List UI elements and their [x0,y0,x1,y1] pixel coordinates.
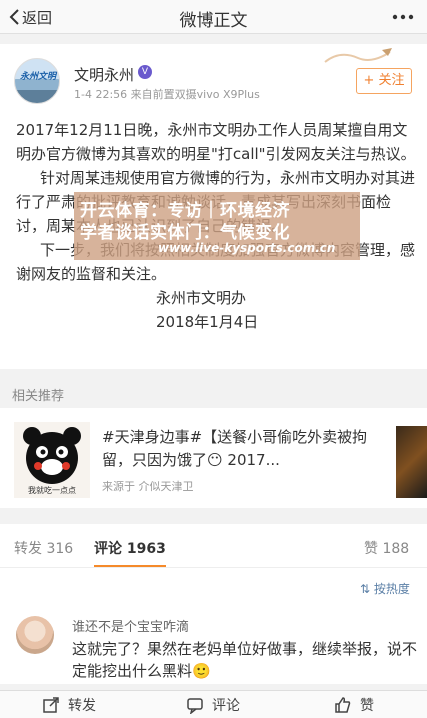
post-card: 永州文明 文明永州 V 1-4 22:56 来自前置双摄vivo X9Plus … [0,44,427,369]
author-avatar[interactable]: 永州文明 [14,58,60,104]
avatar-logo-text: 永州文明 [19,72,56,82]
like-label: 赞 [360,698,374,714]
tab-repost[interactable]: 转发 316 [14,538,73,558]
watermark-url: www.live-kysports.com.cn [158,241,336,255]
sort-bar: ⇅ 按热度 [0,568,427,608]
commenter-name[interactable]: 谁还不是个宝宝咋滴 [72,616,189,635]
bear-mascot-icon [23,427,81,484]
sort-label: 按热度 [373,582,410,596]
bottom-action-bar: 转发 评论 赞 [0,690,427,718]
verified-badge-icon: V [138,65,152,79]
related-text: #天津身边事#【送餐小哥偷吃外卖被拘留，只因为饿了😶 2017... [102,428,368,469]
post-date: 2018年1月4日 [156,313,259,331]
comment-label: 评论 [212,698,240,714]
active-tab-indicator [94,565,166,567]
more-icon[interactable] [391,6,415,28]
repost-label: 转发 [68,698,96,714]
related-source: 来源于 介似天津卫 [102,480,194,493]
thumbnail-caption: 我就吃一点点 [28,486,76,495]
top-nav-bar: 返回 微博正文 [0,0,427,34]
comment-item: 谁还不是个宝宝咋滴 这就完了？果然在老妈单位好做事，继续举报，说不定能挖出什么黑… [0,608,427,684]
related-next-thumbnail[interactable] [396,426,427,498]
comment-icon [187,698,203,714]
comment-button[interactable]: 评论 [186,695,240,715]
tab-like[interactable]: 赞 188 [364,538,409,558]
decoration-icon [324,48,392,63]
comment-text: 这就完了？果然在老妈单位好做事，继续举报，说不定能挖出什么黑料🙂 [72,640,418,680]
watermark-line-2: 学者谈话实体门：气候变化 [80,223,290,243]
related-thumbnail: 我就吃一点点 [14,422,90,498]
repost-button[interactable]: 转发 [42,695,96,715]
post-meta: 1-4 22:56 来自前置双摄vivo X9Plus [74,88,260,101]
share-icon [43,697,59,713]
related-section-title: 相关推荐 [12,389,65,404]
post-paragraph-1: 2017年12月11日晚，永州市文明办工作人员周某擅自用文明办官方微博为其喜欢的… [16,121,416,163]
sort-by-hot-button[interactable]: ⇅ 按热度 [360,580,410,597]
commenter-avatar[interactable] [16,616,54,654]
watermark-overlay: 开云体育：专访｜环境经济 学者谈话实体门：气候变化 www.live-kyspo… [74,192,360,260]
related-item[interactable]: 我就吃一点点 #天津身边事#【送餐小哥偷吃外卖被拘留，只因为饿了😶 2017..… [0,408,427,508]
post-signature: 永州市文明办 [156,289,247,307]
author-name[interactable]: 文明永州 [74,64,134,85]
follow-button[interactable]: + 关注 [356,68,412,94]
tab-comment[interactable]: 评论 1963 [94,538,166,558]
page-title: 微博正文 [179,11,248,31]
like-button[interactable]: 赞 [334,695,374,715]
sort-icon: ⇅ [360,582,374,596]
thumbs-up-icon [335,697,351,713]
comment-tabs: 转发 316 评论 1963 赞 188 [0,524,427,568]
